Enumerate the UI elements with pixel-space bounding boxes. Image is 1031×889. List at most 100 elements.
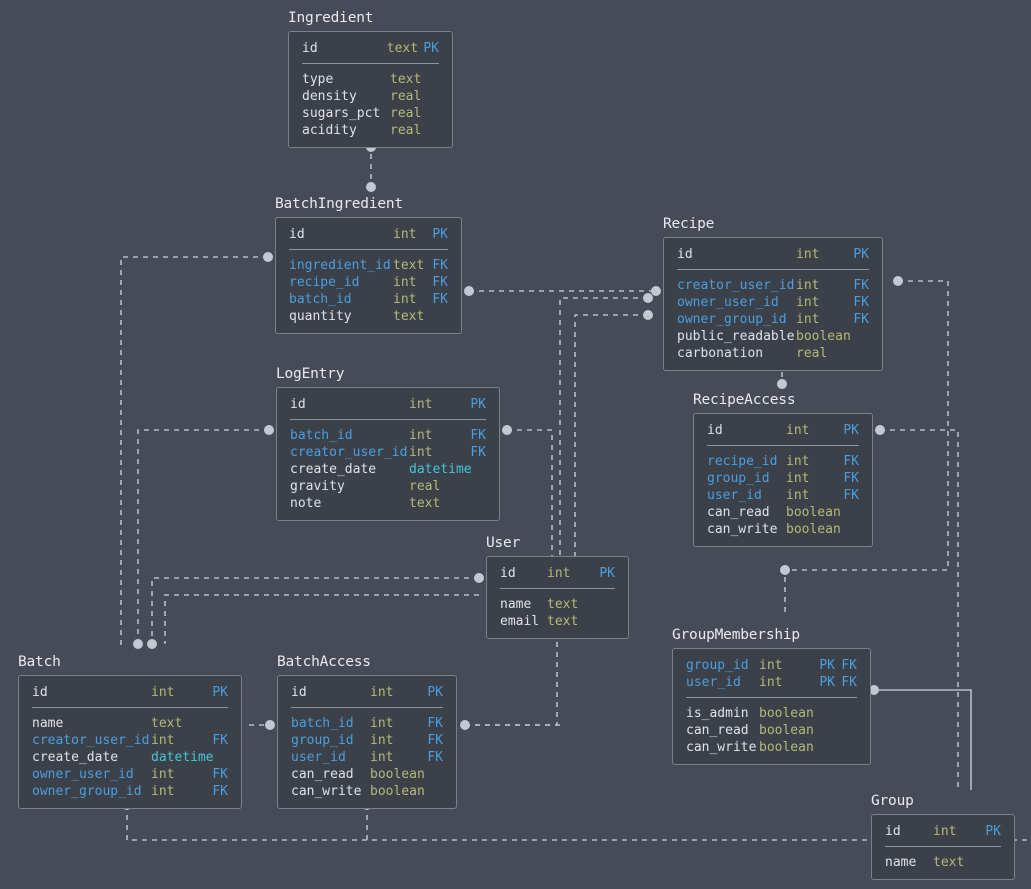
field-row: acidityreal — [289, 122, 452, 139]
field-name: user_id — [291, 749, 370, 766]
field-type: int — [796, 246, 849, 263]
field-type: text — [409, 495, 462, 512]
field-type: boolean — [796, 328, 849, 345]
relationship-edge — [165, 595, 479, 644]
entity-batch[interactable]: Batch idintPKnametextcreator_user_idintFK… — [18, 654, 242, 809]
field-row: idintPK — [872, 823, 1014, 840]
field-row: public_readableboolean — [664, 328, 882, 345]
field-key-label: FK — [462, 427, 486, 444]
field-key-label: FK — [424, 732, 443, 749]
field-type: boolean — [759, 722, 818, 739]
field-type: int — [786, 453, 840, 470]
field-name: name — [500, 596, 547, 613]
field-type: boolean — [370, 766, 424, 783]
field-row: densityreal — [289, 88, 452, 105]
field-name: id — [32, 684, 151, 701]
field-name: can_read — [291, 766, 370, 783]
entity-recipe[interactable]: RecipeidintPKcreator_user_idintFKowner_u… — [663, 216, 883, 371]
field-name: group_id — [707, 470, 786, 487]
field-type: boolean — [786, 504, 840, 521]
field-type: int — [547, 565, 586, 582]
pk-divider — [32, 707, 228, 708]
edge-endpoint-dot — [643, 310, 653, 320]
field-row: create_datedatetime — [19, 749, 241, 766]
field-type: text — [547, 596, 586, 613]
entity-box[interactable]: idintPKbatch_idintFKcreator_user_idintFK… — [276, 387, 500, 521]
field-type: real — [390, 88, 428, 105]
entity-box[interactable]: idintPKnametextemailtext — [486, 556, 629, 639]
field-name: owner_user_id — [32, 766, 151, 783]
entity-recipeaccess[interactable]: RecipeAccessidintPKrecipe_idintFKgroup_i… — [693, 392, 873, 547]
pk-divider — [677, 269, 869, 270]
field-name: can_write — [686, 739, 759, 756]
entity-groupmembership[interactable]: GroupMembershipgroup_idintPKFKuser_idint… — [672, 627, 871, 765]
edge-endpoint-dot — [780, 565, 790, 575]
field-name: group_id — [686, 657, 759, 674]
entity-box[interactable]: idintPKnametext — [871, 814, 1015, 880]
relationship-edge — [880, 430, 958, 790]
pk-divider — [885, 846, 1001, 847]
entity-logentry[interactable]: LogEntryidintPKbatch_idintFKcreator_user… — [276, 366, 500, 521]
entity-box[interactable]: idintPKcreator_user_idintFKowner_user_id… — [663, 237, 883, 371]
field-key-label: FK — [204, 732, 228, 749]
edge-endpoint-dot — [643, 293, 653, 303]
field-key-label: PK — [462, 396, 486, 413]
field-row: can_writeboolean — [673, 739, 870, 756]
field-type: text — [547, 613, 586, 630]
entity-box[interactable]: idintPKbatch_idintFKgroup_idintFKuser_id… — [277, 675, 457, 809]
field-name: creator_user_id — [677, 277, 796, 294]
entity-title: LogEntry — [276, 366, 500, 383]
entity-user[interactable]: UseridintPKnametextemailtext — [486, 535, 629, 639]
field-type: text — [933, 854, 981, 871]
field-type: int — [370, 732, 424, 749]
entity-batchaccess[interactable]: BatchAccessidintPKbatch_idintFKgroup_idi… — [277, 654, 457, 809]
field-key-label: FK — [462, 444, 486, 461]
entity-ingredient[interactable]: IngredientidtextPKtypetextdensityrealsug… — [288, 10, 453, 148]
field-row: emailtext — [487, 613, 628, 630]
field-name: group_id — [291, 732, 370, 749]
entity-box[interactable]: idintPKrecipe_idintFKgroup_idintFKuser_i… — [693, 413, 873, 547]
field-key-label: FK — [204, 783, 228, 800]
field-name: sugars_pct — [302, 105, 390, 122]
field-key-label: PK — [423, 40, 439, 57]
field-type: boolean — [370, 783, 424, 800]
entity-box[interactable]: group_idintPKFKuser_idintPKFKis_adminboo… — [672, 648, 871, 765]
entity-title: Batch — [18, 654, 242, 671]
field-type: int — [786, 470, 840, 487]
field-key-label: PK — [849, 246, 869, 263]
edge-endpoint-dot — [474, 573, 484, 583]
pk-divider — [500, 588, 615, 589]
field-name: id — [291, 684, 370, 701]
field-row: owner_user_idintFK — [19, 766, 241, 783]
field-name: name — [32, 715, 151, 732]
field-row: creator_user_idintFK — [664, 277, 882, 294]
field-name: is_admin — [686, 705, 759, 722]
field-key-label: PK — [427, 226, 448, 243]
field-key-label: PK — [981, 823, 1001, 840]
entity-group[interactable]: GroupidintPKnametext — [871, 793, 1015, 880]
field-key-label: FK — [427, 257, 448, 274]
field-type: int — [151, 684, 204, 701]
field-type: int — [151, 783, 204, 800]
field-key-label: PK — [840, 422, 859, 439]
entity-batchingredient[interactable]: BatchIngredientidintPKingredient_idtextF… — [275, 196, 462, 334]
pk-divider — [289, 249, 448, 250]
entity-title: RecipeAccess — [693, 392, 873, 409]
field-type: int — [409, 444, 462, 461]
entity-box[interactable]: idintPKingredient_idtextFKrecipe_idintFK… — [275, 217, 462, 334]
field-name: create_date — [32, 749, 151, 766]
field-name: quantity — [289, 308, 393, 325]
field-type: int — [393, 226, 427, 243]
field-name: user_id — [686, 674, 759, 691]
field-row: idintPK — [278, 684, 456, 701]
field-name: can_read — [707, 504, 786, 521]
field-name: owner_user_id — [677, 294, 796, 311]
pk-divider — [302, 63, 439, 64]
field-key-label: FK — [840, 453, 859, 470]
entity-box[interactable]: idintPKnametextcreator_user_idintFKcreat… — [18, 675, 242, 809]
edge-endpoint-dot — [133, 639, 143, 649]
entity-box[interactable]: idtextPKtypetextdensityrealsugars_pctrea… — [288, 31, 453, 148]
field-row: recipe_idintFK — [694, 453, 872, 470]
field-row: idintPK — [277, 396, 499, 413]
field-type: int — [786, 487, 840, 504]
